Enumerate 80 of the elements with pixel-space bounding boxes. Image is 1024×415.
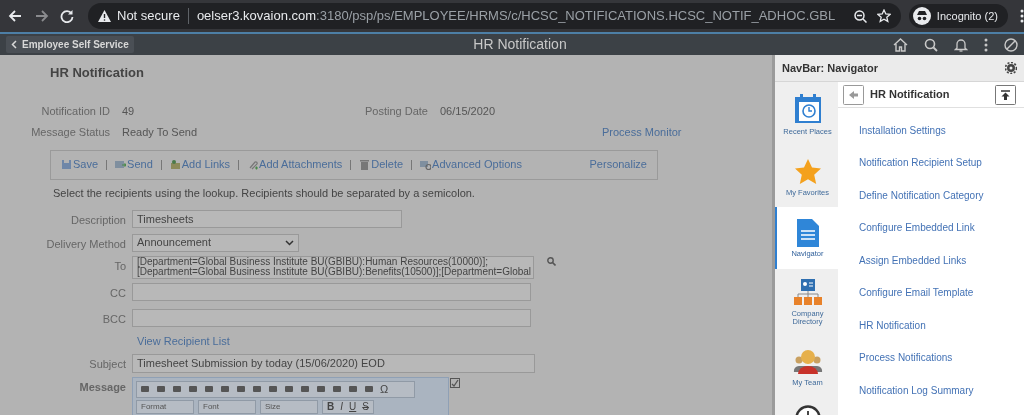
- save-icon: [61, 159, 72, 170]
- url-text: oelser3.kovaion.com:3180/psp/ps/EMPLOYEE/HRMS/c/HCSC_NOTIFICATIONS.HCSC_NOTIF_ADHOC.GBL: [196, 7, 836, 26]
- cc-field[interactable]: [132, 283, 531, 301]
- settings-icon[interactable]: [1005, 62, 1017, 74]
- field-label: Description: [69, 213, 127, 228]
- field-label: CC: [109, 286, 127, 301]
- subject-field[interactable]: Timesheet Submission by today (15/06/2020) EOD: [132, 353, 535, 373]
- navigator-link[interactable]: Assign Embedded Links: [838, 244, 1024, 277]
- links-button[interactable]: Add Links: [169, 156, 231, 173]
- delivery-method-select[interactable]: Announcement: [132, 233, 299, 252]
- bcc-field[interactable]: [132, 308, 531, 327]
- navigator-link[interactable]: Process Notifications: [838, 341, 1024, 374]
- search-icon[interactable]: [547, 257, 556, 266]
- format-button[interactable]: S: [362, 399, 369, 414]
- folder-title: HR Notification: [870, 87, 950, 103]
- navigator-link[interactable]: HR Notification: [838, 309, 1024, 342]
- incognito-icon: [912, 7, 931, 25]
- collapse-top-icon[interactable]: [995, 84, 1016, 105]
- zoom-out-icon[interactable]: [853, 9, 867, 23]
- format-button[interactable]: U: [349, 399, 357, 414]
- chevron-down-icon: [285, 239, 294, 246]
- editor-dropdown[interactable]: Format: [136, 399, 194, 414]
- format-button[interactable]: I: [340, 399, 343, 414]
- profile-button[interactable]: Incognito (2): [908, 4, 1008, 28]
- editor-dropdown[interactable]: Size: [260, 399, 318, 414]
- field-label: Notification ID: [40, 103, 111, 119]
- navigator-link[interactable]: Installation Settings: [838, 114, 1024, 147]
- field-label: Message: [78, 379, 127, 395]
- field-value: Ready To Send: [122, 125, 198, 140]
- page-title: HR Notification: [50, 64, 145, 82]
- format-button[interactable]: B: [327, 399, 335, 414]
- field-value: 49: [122, 103, 135, 119]
- editor-dropdown[interactable]: Font: [198, 399, 256, 414]
- field-label: BCC: [101, 311, 127, 327]
- field-label: Message Status: [30, 125, 111, 140]
- navbar-title: NavBar: Navigator: [782, 60, 878, 76]
- warning-icon: [98, 10, 111, 22]
- star-icon[interactable]: [876, 9, 891, 23]
- navigator-link[interactable]: Configure Email Template: [838, 276, 1024, 309]
- field-label: Posting Date: [365, 103, 428, 119]
- more-icon[interactable]: [984, 37, 988, 52]
- star-icon: [793, 157, 822, 186]
- attach-button[interactable]: Add Attachments: [247, 156, 343, 173]
- clock-icon: [794, 405, 821, 415]
- field-label: Delivery Method: [45, 236, 127, 252]
- paperclip-icon: [247, 159, 259, 170]
- search-icon[interactable]: [924, 37, 938, 52]
- home-icon[interactable]: [893, 37, 908, 52]
- navigator-link[interactable]: Notification Recipient Setup: [838, 146, 1024, 179]
- save-button[interactable]: Save: [61, 156, 99, 173]
- envelope-icon: [115, 159, 127, 170]
- document-icon: [796, 218, 819, 247]
- field-value: 06/15/2020: [440, 103, 496, 119]
- page-header-title: HR Notification: [472, 35, 568, 54]
- settings-icon: [420, 159, 432, 170]
- delete-button[interactable]: Delete: [359, 156, 404, 173]
- navigator-link[interactable]: Notification Log Summary: [838, 374, 1024, 407]
- forward-arrow-icon[interactable]: [35, 9, 49, 23]
- people-icon: [792, 347, 823, 376]
- navbar-icon[interactable]: [1004, 37, 1018, 52]
- navigator-link[interactable]: Define Notification Category: [838, 179, 1024, 212]
- menu-icon[interactable]: [1020, 9, 1024, 23]
- special-character-button[interactable]: Ω: [380, 380, 389, 398]
- chevron-left-icon: [11, 40, 17, 49]
- bell-icon[interactable]: [954, 37, 968, 52]
- to-field[interactable]: [Department=Global Business Institute BU(GBIBU):Human Resources(10000)]; [Department=Global Business Institute BU(GBIBU):Benefits(10500)];[Department=Global: [132, 256, 534, 279]
- address-bar[interactable]: Not secure oelser3.kovaion.com:3180/psp/ps/EMPLOYEE/HRMS/c/HCSC_NOTIFICATIONS.HCSC_NOTIF_ADHOC.GBL: [88, 3, 901, 29]
- field-label: To: [113, 259, 127, 274]
- navigator-link[interactable]: Configure Embedded Link: [838, 211, 1024, 244]
- org-chart-icon: [792, 278, 823, 307]
- security-label: Not secure: [117, 7, 180, 26]
- calendar-clock-icon: [792, 93, 823, 125]
- trash-icon: [359, 159, 371, 170]
- field-label: Subject: [88, 356, 127, 372]
- back-button[interactable]: Employee Self Service: [6, 36, 134, 53]
- message-editor[interactable]: Ω Format Font Size B I U S: [132, 376, 449, 415]
- description-field[interactable]: Timesheets: [132, 210, 402, 228]
- edit-icon[interactable]: [450, 377, 460, 388]
- reload-icon[interactable]: [60, 9, 74, 23]
- instruction-text: Select the recipients using the lookup. Recipients should be separated by a semicolon.: [53, 185, 476, 201]
